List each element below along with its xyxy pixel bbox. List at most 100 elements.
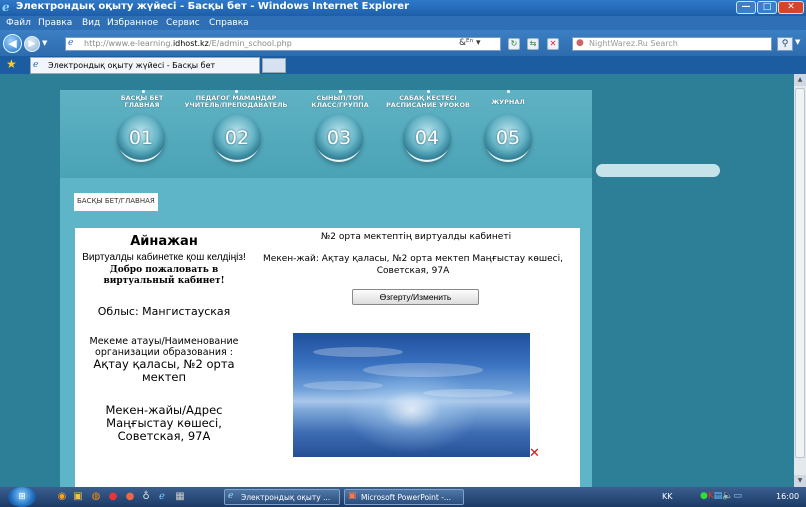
scroll-up-icon[interactable]: ▲ [794, 74, 806, 86]
vertical-scrollbar[interactable]: ▲ ▼ [794, 74, 806, 487]
taskbar-item-label: Электрондық оқыту ... [241, 493, 331, 502]
side-search-pill[interactable] [596, 164, 720, 177]
taskbar-item-ie[interactable]: ℯ Электрондық оқыту ... [224, 489, 340, 505]
clock: 16:00 [776, 492, 800, 501]
opera-icon[interactable]: ● [107, 490, 119, 503]
org-label: Мекеме атауы/Наименование организации об… [89, 336, 239, 358]
nav-label-ru: КЛАСС/ГРУППА [311, 101, 369, 109]
nav-number: 05 [495, 127, 521, 149]
calculator-icon[interactable]: ▦ [174, 490, 186, 503]
menu-tools[interactable]: Сервис [166, 18, 200, 28]
nav-item-schedule[interactable]: САБАҚ КЕСТЕСІ РАСПИСАНИЕ УРОКОВ [378, 92, 478, 109]
nav-circle-teachers[interactable]: 02 [213, 114, 261, 162]
search-provider-icon: ● [576, 38, 584, 48]
site-panel: БАСҚЫ БЕТ ГЛАВНАЯ 01 ПЕДАГОГ МАМАНДАР УЧ… [60, 90, 592, 487]
taskbar: ⊞ ◉ ▣ ◍ ● ● ♁ ℯ ▦ ℯ Электрондық оқыту ..… [0, 487, 806, 507]
magnifier-icon: ⚲ [781, 39, 789, 49]
menu-file[interactable]: Файл [6, 18, 31, 28]
search-input[interactable]: ● NightWarez.Ru Search [572, 37, 772, 51]
nav-label-ru: ГЛАВНАЯ [124, 101, 160, 109]
ie-logo-icon: ℯ [2, 0, 10, 14]
nav-circle-schedule[interactable]: 04 [403, 114, 451, 162]
nav-dot [427, 90, 430, 93]
nav-number: 01 [128, 127, 154, 149]
nav-label-ru: РАСПИСАНИЕ УРОКОВ [386, 101, 470, 109]
arrow-left-icon: ◀ [8, 37, 17, 50]
favorites-star-icon[interactable]: ★ [6, 57, 17, 71]
nav-label-ru: УЧИТЕЛЬ/ПРЕПОДАВАТЕЛЬ [184, 101, 288, 109]
nav-dot [339, 90, 342, 93]
school-photo [293, 333, 530, 457]
start-button[interactable]: ⊞ [8, 487, 36, 507]
taskbar-item-label: Microsoft PowerPoint -... [361, 493, 452, 502]
scroll-down-icon[interactable]: ▼ [794, 475, 806, 487]
ie-icon[interactable]: ℯ [156, 490, 168, 503]
nav-number: 03 [326, 127, 352, 149]
address-input[interactable]: ℯ http://www.e-learning.idhost.kz/E/admi… [65, 37, 501, 51]
menu-help[interactable]: Справка [209, 18, 249, 28]
refresh-button[interactable]: ↻ [508, 38, 520, 50]
back-button[interactable]: ◀ [3, 34, 22, 53]
minimize-button[interactable]: — [736, 1, 756, 14]
greeting-kz: Виртуалды кабинетке қош келдіңіз! [82, 252, 246, 263]
close-button[interactable]: ✕ [778, 1, 804, 14]
tray-green-icon: ● [700, 491, 708, 501]
edit-button[interactable]: Өзгерту/Изменить [352, 289, 479, 305]
profile-column: Айнажан Виртуалды кабинетке қош келдіңіз… [75, 234, 253, 443]
menu-view[interactable]: Вид [82, 18, 100, 28]
translate-icon[interactable]: &ᴱⁿ ▾ [459, 38, 481, 48]
tray-monitor-icon: ▭ [733, 491, 743, 501]
breadcrumb[interactable]: БАСҚЫ БЕТ/ГЛАВНАЯ [74, 193, 158, 211]
delete-photo-icon[interactable]: ✕ [529, 447, 540, 460]
nav-label-kz: ЖУРНАЛ [491, 98, 525, 106]
language-indicator[interactable]: KK [662, 492, 673, 501]
scroll-thumb[interactable] [795, 88, 805, 458]
school-address: Мекен-жай: Ақтау қаласы, №2 орта мектеп … [263, 254, 563, 276]
nav-circle-journal[interactable]: 05 [484, 114, 532, 162]
nav-item-journal[interactable]: ЖУРНАЛ [484, 92, 532, 106]
system-tray[interactable]: ●K▤🔈▭ [700, 491, 742, 501]
nav-item-classes[interactable]: СЫНЫП/ТОП КЛАСС/ГРУППА [303, 92, 377, 109]
cloud-shape [313, 347, 403, 357]
history-dropdown-icon[interactable]: ▼ [42, 39, 47, 47]
maximize-button[interactable]: □ [757, 1, 777, 14]
ie-icon: ℯ [228, 491, 234, 501]
browser-icon[interactable]: ◉ [56, 490, 68, 503]
tray-network-icon: ▤ [713, 491, 723, 501]
menu-edit[interactable]: Правка [38, 18, 72, 28]
nav-item-teachers[interactable]: ПЕДАГОГ МАМАНДАР УЧИТЕЛЬ/ПРЕПОДАВАТЕЛЬ [175, 92, 297, 109]
firefox-icon[interactable]: ◍ [90, 490, 102, 503]
address-toolbar: ◀ ▶ ▼ ℯ http://www.e-learning.idhost.kz/… [0, 30, 806, 56]
new-tab-button[interactable] [262, 58, 286, 73]
site-header: БАСҚЫ БЕТ ГЛАВНАЯ 01 ПЕДАГОГ МАМАНДАР УЧ… [60, 90, 592, 178]
nav-dot [507, 90, 510, 93]
tab-active[interactable]: ℯ Электрондық оқыту жүйесі - Басқы бет [30, 57, 260, 74]
nav-number: 04 [414, 127, 440, 149]
greeting-ru: Добро пожаловать в виртуальный кабинет! [103, 265, 225, 286]
search-button[interactable]: ⚲ [777, 37, 793, 51]
powerpoint-icon: ▣ [348, 491, 357, 501]
page-icon: ℯ [68, 38, 74, 48]
window-titlebar: ℯ Электрондық оқыту жүйесі - Басқы бет -… [0, 0, 806, 16]
window-title: Электрондық оқыту жүйесі - Басқы бет - W… [16, 1, 410, 12]
nav-circle-home[interactable]: 01 [117, 114, 165, 162]
org-value: Ақтау қаласы, №2 орта мектеп [93, 357, 235, 384]
nav-dot [142, 90, 145, 93]
mic-icon[interactable]: ♁ [140, 490, 152, 503]
url-text: http://www.e-learning.idhost.kz/E/admin_… [84, 39, 292, 48]
cloud-shape [423, 389, 513, 397]
address-label: Мекен-жайы/Адрес Маңғыстау көшесі, Совет… [105, 403, 223, 443]
menu-favorites[interactable]: Избранное [107, 18, 158, 28]
stop-button[interactable]: ✕ [547, 38, 559, 50]
compatibility-button[interactable]: ⇆ [527, 38, 539, 50]
school-cabinet-title: №2 орта мектептің виртуалды кабинеті [320, 232, 512, 242]
media-icon[interactable]: ● [124, 490, 136, 503]
forward-button[interactable]: ▶ [24, 36, 40, 52]
search-dropdown-icon[interactable]: ▼ [795, 38, 800, 46]
folder-icon[interactable]: ▣ [72, 490, 84, 503]
user-name: Айнажан [130, 234, 198, 249]
nav-item-home[interactable]: БАСҚЫ БЕТ ГЛАВНАЯ [112, 92, 172, 109]
arrow-right-icon: ▶ [28, 39, 36, 49]
taskbar-item-powerpoint[interactable]: ▣ Microsoft PowerPoint -... [344, 489, 464, 505]
nav-circle-classes[interactable]: 03 [315, 114, 363, 162]
